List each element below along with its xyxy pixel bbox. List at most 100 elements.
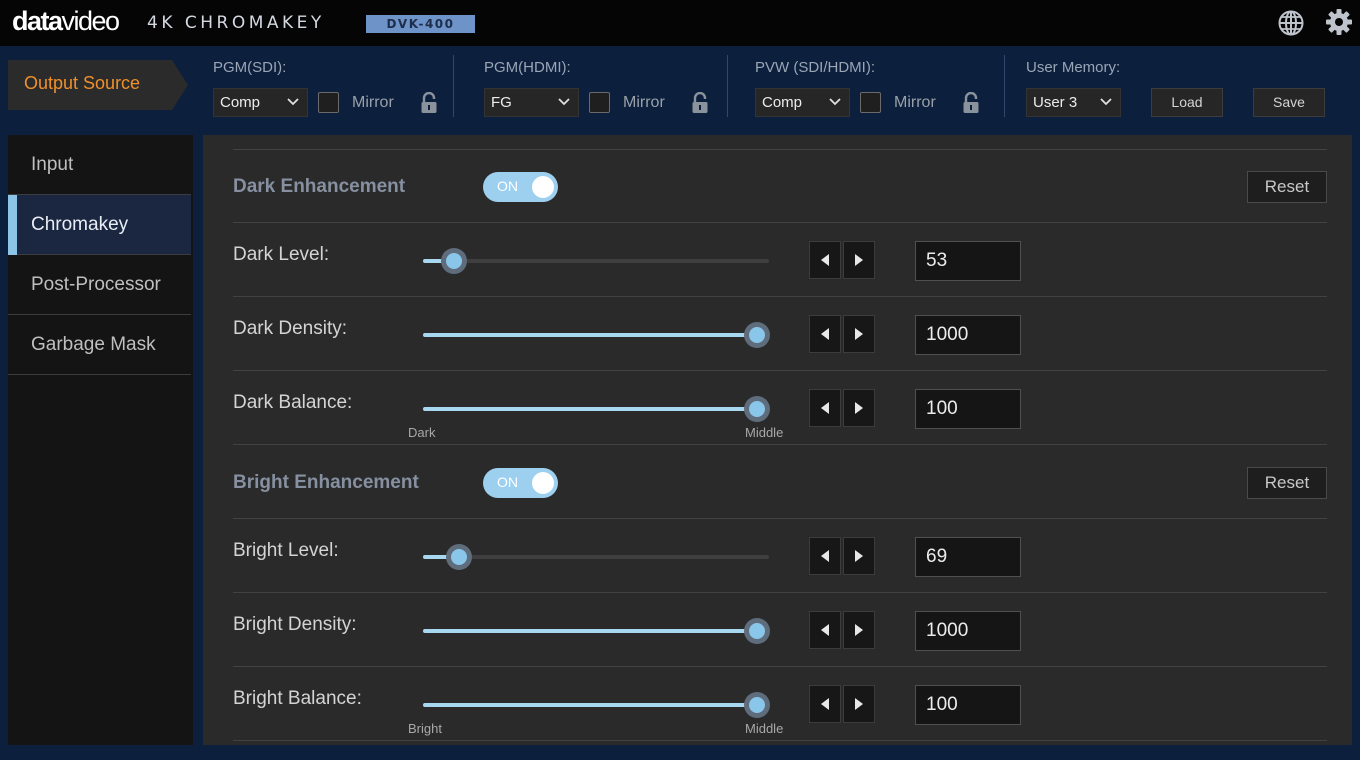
dark-density-input[interactable]: 1000 <box>915 315 1021 355</box>
arrow-left-icon <box>821 550 829 562</box>
slider-fill <box>423 407 757 411</box>
row-divider <box>233 370 1327 371</box>
lock-icon[interactable] <box>691 92 709 114</box>
bright-balance-label: Bright Balance: <box>233 688 362 709</box>
dark-level-slider[interactable] <box>423 248 769 274</box>
slider-fill <box>423 333 757 337</box>
slider-thumb[interactable] <box>743 618 770 644</box>
pvw-mirror-label: Mirror <box>894 94 936 111</box>
dark-enhancement-title: Dark Enhancement <box>233 176 406 197</box>
bright-density-input[interactable]: 1000 <box>915 611 1021 651</box>
top-bar: datavideo 4K CHROMAKEY DVK-400 <box>0 0 1360 46</box>
arrow-right-icon <box>855 550 863 562</box>
pgm-sdi-select[interactable]: Comp <box>213 88 308 117</box>
output-source-tab: Output Source <box>8 60 188 110</box>
pgm-hdmi-mirror-checkbox[interactable] <box>589 92 610 113</box>
save-button[interactable]: Save <box>1253 88 1325 117</box>
dark-balance-increase-button[interactable] <box>843 389 875 427</box>
arrow-right-icon <box>855 624 863 636</box>
bright-density-increase-button[interactable] <box>843 611 875 649</box>
dark-density-decrease-button[interactable] <box>809 315 841 353</box>
chevron-down-icon <box>287 98 299 106</box>
logo-light-text: video <box>61 6 121 36</box>
group-divider <box>727 55 728 117</box>
user-memory-select[interactable]: User 3 <box>1026 88 1121 117</box>
lock-icon[interactable] <box>420 92 438 114</box>
pgm-sdi-value: Comp <box>220 94 261 111</box>
bright-level-slider[interactable] <box>423 544 769 570</box>
dark-density-label: Dark Density: <box>233 318 348 339</box>
dark-density-slider[interactable] <box>423 322 770 348</box>
group-divider <box>453 55 454 117</box>
toggle-label: ON <box>497 474 518 490</box>
toggle-knob <box>532 472 554 494</box>
chevron-down-icon <box>829 98 841 106</box>
pvw-select[interactable]: Comp <box>755 88 850 117</box>
slider-thumb[interactable] <box>441 248 468 274</box>
slider-thumb[interactable] <box>743 396 770 422</box>
arrow-left-icon <box>821 624 829 636</box>
globe-icon[interactable] <box>1277 9 1305 37</box>
gear-icon[interactable] <box>1325 8 1353 36</box>
pgm-hdmi-value: FG <box>491 94 512 111</box>
load-button[interactable]: Load <box>1151 88 1223 117</box>
dark-reset-button[interactable]: Reset <box>1247 171 1327 203</box>
bright-balance-slider[interactable] <box>423 692 770 718</box>
bright-balance-min-label: Bright <box>408 721 442 736</box>
bright-density-label: Bright Density: <box>233 614 357 635</box>
sidebar: Input Chromakey Post-Processor Garbage M… <box>8 135 193 745</box>
slider-thumb[interactable] <box>743 692 770 718</box>
dark-level-label: Dark Level: <box>233 244 330 265</box>
brand-logo: datavideo <box>12 6 121 37</box>
sidebar-item-chromakey[interactable]: Chromakey <box>8 195 191 255</box>
slider-thumb[interactable] <box>446 544 473 570</box>
bright-reset-button[interactable]: Reset <box>1247 467 1327 499</box>
dark-balance-input[interactable]: 100 <box>915 389 1021 429</box>
dark-balance-min-label: Dark <box>408 425 436 440</box>
dark-enhancement-toggle[interactable]: ON <box>483 172 558 202</box>
lock-icon[interactable] <box>962 92 980 114</box>
bright-level-input[interactable]: 69 <box>915 537 1021 577</box>
slider-fill <box>423 629 757 633</box>
bright-balance-increase-button[interactable] <box>843 685 875 723</box>
row-divider <box>233 222 1327 223</box>
row-divider <box>233 666 1327 667</box>
dark-balance-max-label: Middle <box>745 425 784 440</box>
dark-density-increase-button[interactable] <box>843 315 875 353</box>
pvw-mirror-checkbox[interactable] <box>860 92 881 113</box>
arrow-left-icon <box>821 328 829 340</box>
chevron-down-icon <box>1100 98 1112 106</box>
bright-density-slider[interactable] <box>423 618 770 644</box>
toggle-knob <box>532 176 554 198</box>
arrow-right-icon <box>855 328 863 340</box>
sidebar-item-post-processor[interactable]: Post-Processor <box>8 255 191 315</box>
dark-level-increase-button[interactable] <box>843 241 875 279</box>
bright-enhancement-toggle[interactable]: ON <box>483 468 558 498</box>
arrow-left-icon <box>821 698 829 710</box>
sidebar-item-input[interactable]: Input <box>8 135 191 195</box>
dark-level-input[interactable]: 53 <box>915 241 1021 281</box>
bright-level-increase-button[interactable] <box>843 537 875 575</box>
pvw-value: Comp <box>762 94 803 111</box>
bright-balance-decrease-button[interactable] <box>809 685 841 723</box>
sidebar-item-garbage-mask[interactable]: Garbage Mask <box>8 315 191 375</box>
row-divider <box>233 444 1327 445</box>
settings-panel: Dark Enhancement ON Reset Dark Level: 53… <box>203 135 1352 745</box>
pgm-sdi-mirror-checkbox[interactable] <box>318 92 339 113</box>
dark-balance-slider[interactable] <box>423 396 770 422</box>
pgm-hdmi-mirror-label: Mirror <box>623 94 665 111</box>
bright-density-decrease-button[interactable] <box>809 611 841 649</box>
dark-balance-label: Dark Balance: <box>233 392 353 413</box>
slider-fill <box>423 703 757 707</box>
arrow-left-icon <box>821 254 829 266</box>
arrow-right-icon <box>855 402 863 414</box>
dark-level-decrease-button[interactable] <box>809 241 841 279</box>
dark-balance-decrease-button[interactable] <box>809 389 841 427</box>
pgm-hdmi-select[interactable]: FG <box>484 88 579 117</box>
pgm-sdi-mirror-label: Mirror <box>352 94 394 111</box>
row-divider <box>233 592 1327 593</box>
slider-thumb[interactable] <box>743 322 770 348</box>
row-divider <box>233 740 1327 741</box>
bright-balance-input[interactable]: 100 <box>915 685 1021 725</box>
bright-level-decrease-button[interactable] <box>809 537 841 575</box>
